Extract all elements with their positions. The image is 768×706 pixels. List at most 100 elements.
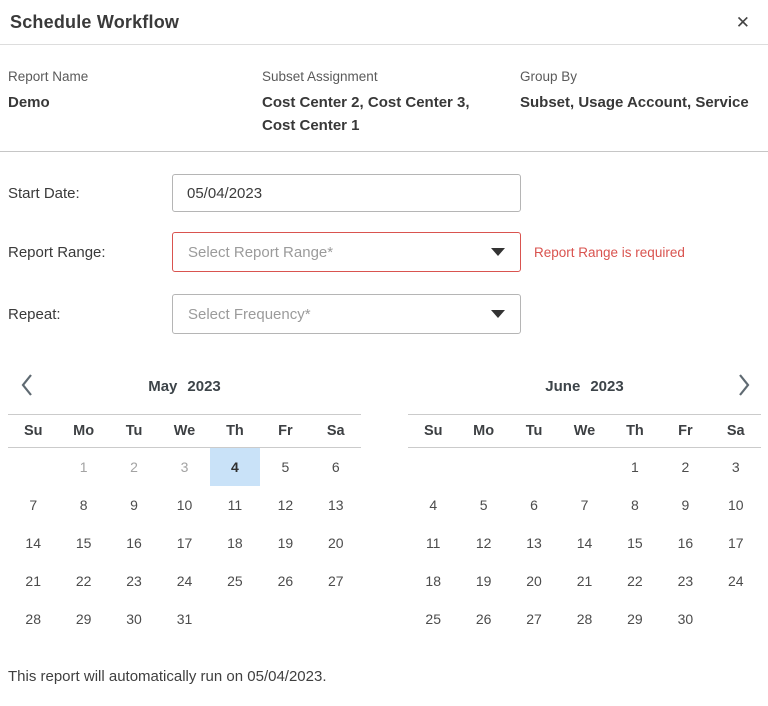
day-name-label: Tu bbox=[109, 423, 159, 439]
day-name-label: Fr bbox=[660, 423, 710, 439]
day-name-label: Tu bbox=[509, 423, 559, 439]
calendar-day[interactable]: 15 bbox=[58, 524, 108, 562]
start-date-row: Start Date: bbox=[8, 174, 768, 212]
calendar-day[interactable]: 14 bbox=[8, 524, 58, 562]
calendar-day[interactable]: 14 bbox=[559, 524, 609, 562]
repeat-select[interactable]: Select Frequency* bbox=[172, 294, 521, 334]
calendar-day[interactable]: 24 bbox=[159, 562, 209, 600]
calendar-day[interactable]: 4 bbox=[408, 486, 458, 524]
calendar-day[interactable]: 28 bbox=[559, 600, 609, 638]
auto-run-note: This report will automatically run on 05… bbox=[8, 668, 768, 685]
calendar-day[interactable]: 7 bbox=[559, 486, 609, 524]
schedule-workflow-dialog: Schedule Workflow ✕ Report Name Demo Sub… bbox=[0, 0, 768, 685]
calendar-day-empty bbox=[8, 448, 58, 486]
calendar-day-empty bbox=[210, 600, 260, 638]
calendar-day[interactable]: 27 bbox=[311, 562, 361, 600]
close-icon[interactable]: ✕ bbox=[732, 12, 754, 33]
calendar-day[interactable]: 13 bbox=[509, 524, 559, 562]
report-range-placeholder: Select Report Range* bbox=[188, 244, 333, 261]
calendar-day[interactable]: 26 bbox=[458, 600, 508, 638]
calendar-day[interactable]: 2 bbox=[660, 448, 710, 486]
calendar-day[interactable]: 21 bbox=[8, 562, 58, 600]
calendar-day[interactable]: 19 bbox=[458, 562, 508, 600]
day-name-label: We bbox=[159, 423, 209, 439]
calendar-day[interactable]: 27 bbox=[509, 600, 559, 638]
calendar-day[interactable]: 12 bbox=[458, 524, 508, 562]
calendar-day[interactable]: 9 bbox=[109, 486, 159, 524]
calendar-day[interactable]: 15 bbox=[610, 524, 660, 562]
calendar-day[interactable]: 25 bbox=[210, 562, 260, 600]
calendar-day[interactable]: 31 bbox=[159, 600, 209, 638]
calendar-day[interactable]: 10 bbox=[159, 486, 209, 524]
calendar-day[interactable]: 20 bbox=[311, 524, 361, 562]
calendar-day[interactable]: 5 bbox=[260, 448, 310, 486]
calendar-day[interactable]: 16 bbox=[660, 524, 710, 562]
calendar-day[interactable]: 12 bbox=[260, 486, 310, 524]
calendar-day[interactable]: 26 bbox=[260, 562, 310, 600]
chevron-down-icon bbox=[491, 310, 505, 318]
calendar-day[interactable]: 5 bbox=[458, 486, 508, 524]
calendar-day[interactable]: 29 bbox=[610, 600, 660, 638]
dialog-header: Schedule Workflow ✕ bbox=[0, 0, 768, 45]
calendar-grid: 1234567891011121314151617181920212223242… bbox=[408, 448, 761, 638]
start-date-label: Start Date: bbox=[8, 185, 172, 202]
calendar-day[interactable]: 17 bbox=[711, 524, 761, 562]
calendar-grid: 1234567891011121314151617181920212223242… bbox=[8, 448, 361, 638]
month-name: May bbox=[148, 378, 177, 395]
calendar-day[interactable]: 18 bbox=[210, 524, 260, 562]
calendar-nav: June 2023 bbox=[408, 370, 761, 402]
day-name-row: SuMoTuWeThFrSa bbox=[408, 414, 761, 448]
group-by-value: Subset, Usage Account, Service bbox=[520, 91, 760, 114]
calendar-day[interactable]: 16 bbox=[109, 524, 159, 562]
calendar-day[interactable]: 10 bbox=[711, 486, 761, 524]
month-name: June bbox=[545, 378, 580, 395]
calendar-day[interactable]: 6 bbox=[509, 486, 559, 524]
calendar-day[interactable]: 13 bbox=[311, 486, 361, 524]
day-name-label: Mo bbox=[458, 423, 508, 439]
calendar-day[interactable]: 1 bbox=[58, 448, 108, 486]
calendar-day[interactable]: 3 bbox=[159, 448, 209, 486]
start-date-input[interactable] bbox=[172, 174, 521, 212]
day-name-label: Sa bbox=[711, 423, 761, 439]
day-name-label: Su bbox=[8, 423, 58, 439]
month-year: 2023 bbox=[187, 378, 220, 395]
calendar-day[interactable]: 22 bbox=[610, 562, 660, 600]
calendar-day[interactable]: 23 bbox=[109, 562, 159, 600]
calendar-day[interactable]: 8 bbox=[610, 486, 660, 524]
calendar-day[interactable]: 25 bbox=[408, 600, 458, 638]
report-name-value: Demo bbox=[8, 91, 262, 114]
calendar-day[interactable]: 11 bbox=[210, 486, 260, 524]
calendar-day[interactable]: 17 bbox=[159, 524, 209, 562]
day-name-row: SuMoTuWeThFrSa bbox=[8, 414, 361, 448]
calendar-day[interactable]: 20 bbox=[509, 562, 559, 600]
calendar-day[interactable]: 21 bbox=[559, 562, 609, 600]
calendar-day[interactable]: 2 bbox=[109, 448, 159, 486]
calendar-day[interactable]: 30 bbox=[660, 600, 710, 638]
summary-group-by: Group By Subset, Usage Account, Service bbox=[520, 69, 760, 137]
calendar-month-title: May 2023 bbox=[8, 378, 361, 395]
calendar-day[interactable]: 30 bbox=[109, 600, 159, 638]
calendar-day[interactable]: 8 bbox=[58, 486, 108, 524]
calendar-day-selected[interactable]: 4 bbox=[210, 448, 260, 486]
calendar-day[interactable]: 9 bbox=[660, 486, 710, 524]
calendar-day[interactable]: 23 bbox=[660, 562, 710, 600]
calendar-day[interactable]: 3 bbox=[711, 448, 761, 486]
calendar-day[interactable]: 19 bbox=[260, 524, 310, 562]
calendar-june: June 2023 SuMoTuWeThFrSa 123456789101112… bbox=[408, 370, 761, 638]
calendar-day[interactable]: 7 bbox=[8, 486, 58, 524]
calendar-day[interactable]: 24 bbox=[711, 562, 761, 600]
repeat-row: Repeat: Select Frequency* bbox=[8, 294, 768, 334]
calendar-day[interactable]: 22 bbox=[58, 562, 108, 600]
calendar-day[interactable]: 6 bbox=[311, 448, 361, 486]
calendar-day[interactable]: 29 bbox=[58, 600, 108, 638]
calendar-day-empty bbox=[559, 448, 609, 486]
calendar-day[interactable]: 28 bbox=[8, 600, 58, 638]
report-range-select[interactable]: Select Report Range* bbox=[172, 232, 521, 272]
subset-assignment-label: Subset Assignment bbox=[262, 69, 520, 84]
summary-subset-assignment: Subset Assignment Cost Center 2, Cost Ce… bbox=[262, 69, 520, 137]
calendar-day[interactable]: 18 bbox=[408, 562, 458, 600]
calendar-day-empty bbox=[260, 600, 310, 638]
next-month-icon[interactable] bbox=[735, 372, 753, 401]
calendar-day[interactable]: 11 bbox=[408, 524, 458, 562]
calendar-day[interactable]: 1 bbox=[610, 448, 660, 486]
